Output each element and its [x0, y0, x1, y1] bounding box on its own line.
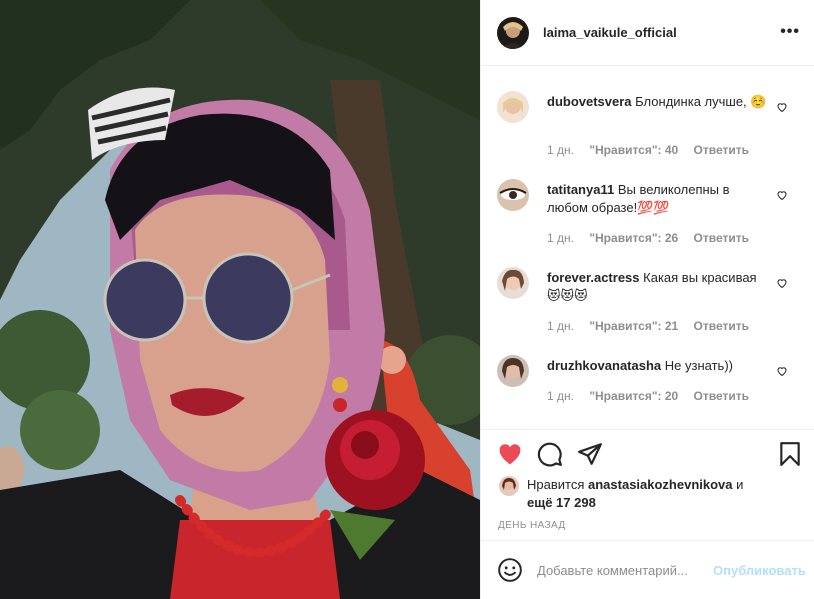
more-icon[interactable]: •••	[780, 24, 800, 40]
post-side-panel: laima_vaikule_official ••• dubovetsvera …	[480, 0, 814, 599]
comment-meta: 1 дн. "Нравится": 20 Ответить	[547, 389, 761, 403]
likes-prefix: Нравится	[527, 477, 585, 492]
commenter-avatar[interactable]	[497, 267, 529, 299]
comment-reply-button[interactable]: Ответить	[694, 143, 749, 157]
liker-username[interactable]: anastasiakozhevnikova	[588, 477, 733, 492]
comment-likes[interactable]: "Нравится": 26	[589, 231, 678, 245]
comment-text: druzhkovanatasha Не узнать))	[547, 357, 767, 375]
comment-body: Блондинка лучше, ☺️	[635, 94, 767, 109]
comment-reply-button[interactable]: Ответить	[694, 319, 749, 333]
commenter-avatar[interactable]	[497, 91, 529, 123]
comment-likes[interactable]: "Нравится": 40	[589, 143, 678, 157]
comment-like-icon[interactable]	[776, 277, 788, 289]
comment-age: 1 дн.	[547, 231, 574, 245]
comment-age: 1 дн.	[547, 143, 574, 157]
commenter-avatar[interactable]	[497, 355, 529, 387]
comment-username[interactable]: dubovetsvera	[547, 94, 632, 109]
comment-age: 1 дн.	[547, 319, 574, 333]
add-comment-bar: Опубликовать	[481, 540, 814, 599]
comment-reply-button[interactable]: Ответить	[694, 231, 749, 245]
comment-like-icon[interactable]	[776, 365, 788, 377]
publish-button[interactable]: Опубликовать	[713, 563, 806, 578]
post-actions: Нравится anastasiakozhevnikova и ещё 17 …	[481, 429, 814, 539]
comment-body: Не узнать))	[664, 358, 733, 373]
author-avatar[interactable]	[497, 16, 529, 49]
post-photo[interactable]	[0, 0, 480, 599]
photo-illustration	[0, 0, 480, 599]
comment-icon[interactable]	[537, 441, 563, 467]
comments-list[interactable]: dubovetsvera Блондинка лучше, ☺️ 1 дн. "…	[481, 67, 814, 429]
comment-meta: 1 дн. "Нравится": 40 Ответить	[547, 143, 761, 157]
comment-text: forever.actress Какая вы красивая😻😻😻	[547, 269, 767, 305]
comment-like-icon[interactable]	[776, 101, 788, 113]
author-username[interactable]: laima_vaikule_official	[543, 25, 677, 40]
post-time[interactable]: ДЕНЬ НАЗАД	[498, 520, 566, 531]
post-header: laima_vaikule_official •••	[481, 0, 814, 66]
comment-username[interactable]: tatitanya11	[547, 182, 614, 197]
comment-meta: 1 дн. "Нравится": 21 Ответить	[547, 319, 761, 333]
liker-avatar[interactable]	[499, 476, 519, 496]
smile-icon[interactable]	[497, 557, 523, 583]
likes-summary: Нравится anastasiakozhevnikova и ещё 17 …	[499, 476, 797, 512]
comment-likes[interactable]: "Нравится": 20	[589, 389, 678, 403]
likes-text: Нравится anastasiakozhevnikova и ещё 17 …	[527, 476, 797, 512]
comment-username[interactable]: druzhkovanatasha	[547, 358, 661, 373]
comment-username[interactable]: forever.actress	[547, 270, 640, 285]
comment-input[interactable]	[537, 562, 707, 578]
comment-like-icon[interactable]	[776, 189, 788, 201]
bookmark-icon[interactable]	[777, 441, 803, 467]
comment-text: dubovetsvera Блондинка лучше, ☺️	[547, 93, 767, 111]
likes-and: и	[736, 477, 744, 492]
comment-age: 1 дн.	[547, 389, 574, 403]
heart-icon[interactable]	[497, 441, 523, 467]
commenter-avatar[interactable]	[497, 179, 529, 211]
likes-count[interactable]: ещё 17 298	[527, 495, 596, 510]
comment-likes[interactable]: "Нравится": 21	[589, 319, 678, 333]
share-icon[interactable]	[577, 441, 603, 467]
comment-reply-button[interactable]: Ответить	[694, 389, 749, 403]
comment-text: tatitanya11 Вы великолепны в любом образ…	[547, 181, 767, 217]
comment-meta: 1 дн. "Нравится": 26 Ответить	[547, 231, 761, 245]
